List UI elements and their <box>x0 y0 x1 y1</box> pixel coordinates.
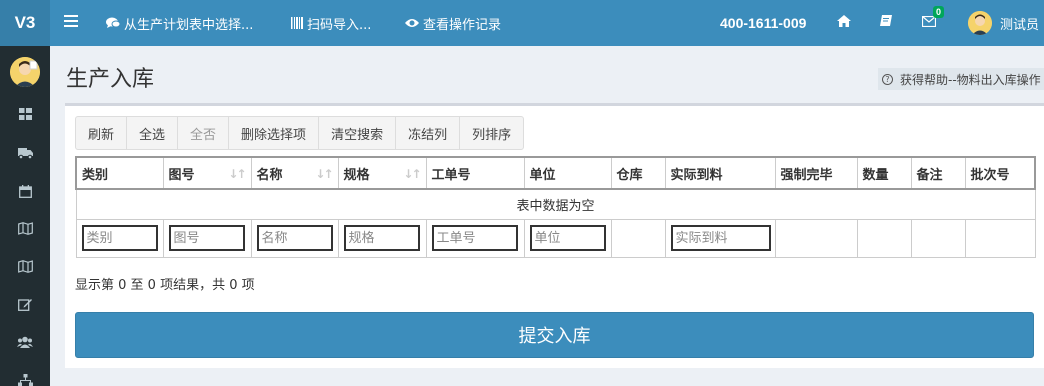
column-header[interactable]: 实际到料 <box>664 156 776 190</box>
map-icon <box>17 221 33 239</box>
edit-icon <box>18 298 32 315</box>
sidebar-item-users[interactable] <box>0 334 50 354</box>
table-header-row: 类别 图号 ↓↑ 名称 ↓↑ 规格 ↓↑ 工单号 单位 仓库 实际到料 强制完毕 数量… <box>75 156 1036 190</box>
submit-storage-button[interactable]: 提交入库 <box>75 312 1034 358</box>
inventory-table: 类别 图号 ↓↑ 名称 ↓↑ 规格 ↓↑ 工单号 单位 仓库 实际到料 强制完毕 数量… <box>75 156 1036 258</box>
column-header[interactable]: 规格 ↓↑ <box>337 156 427 190</box>
user-avatar <box>968 11 992 35</box>
sidebar-item-edit[interactable] <box>0 296 50 316</box>
book-button[interactable] <box>880 0 893 46</box>
help-link[interactable]: ? 获得帮助--物料出入库操作 <box>878 68 1044 90</box>
hamburger-icon <box>64 15 78 31</box>
sidebar-item-sitemap[interactable] <box>0 372 50 386</box>
column-header[interactable]: 备注 <box>910 156 966 190</box>
column-header[interactable]: 强制完毕 <box>774 156 858 190</box>
sidebar-avatar <box>10 57 40 87</box>
comments-icon <box>106 17 120 29</box>
filter-cell-empty <box>964 218 1036 258</box>
column-header[interactable]: 单位 <box>523 156 612 190</box>
app-logo[interactable]: V3 <box>0 0 50 46</box>
filter-input-category[interactable] <box>81 225 158 251</box>
empty-message: 表中数据为空 <box>75 188 1036 220</box>
delete-selected-button[interactable]: 删除选择项 <box>228 116 320 150</box>
filter-row <box>75 218 1036 258</box>
filter-input-work-order[interactable] <box>431 225 518 251</box>
select-from-plan-button[interactable]: 从生产计划表中选择... <box>106 0 253 46</box>
filter-cell-empty <box>774 218 858 258</box>
eye-icon <box>405 18 419 28</box>
mail-count-badge: 0 <box>933 6 945 18</box>
filter-cell-empty <box>610 218 666 258</box>
filter-cell-empty <box>856 218 912 258</box>
sitemap-icon <box>17 373 33 386</box>
user-name: 测试员 <box>1000 17 1040 33</box>
calendar-icon <box>18 184 32 202</box>
sidebar-item-calendar[interactable] <box>0 183 50 203</box>
help-link-label: 获得帮助--物料出入库操作 <box>900 72 1041 87</box>
users-icon <box>17 336 33 352</box>
barcode-icon <box>291 17 303 29</box>
sidebar-item-map-1[interactable] <box>0 220 50 240</box>
column-header[interactable]: 图号 ↓↑ <box>162 156 252 190</box>
scan-import-label: 扫码导入... <box>307 17 372 33</box>
filter-input-name[interactable] <box>256 225 333 251</box>
view-log-button[interactable]: 查看操作记录 <box>405 0 501 46</box>
view-log-label: 查看操作记录 <box>423 17 502 33</box>
dashboard-icon <box>18 108 32 124</box>
filter-input-unit[interactable] <box>529 225 606 251</box>
filter-input-spec[interactable] <box>343 225 420 251</box>
column-header[interactable]: 仓库 <box>610 156 666 190</box>
select-from-plan-label: 从生产计划表中选择... <box>124 17 254 33</box>
table-info: 显示第 0 至 0 项结果，共 0 项 <box>75 278 255 293</box>
truck-icon <box>17 147 33 163</box>
column-header[interactable]: 类别 <box>75 156 164 190</box>
clear-search-button[interactable]: 清空搜索 <box>318 116 397 150</box>
column-order-button[interactable]: 列排序 <box>459 116 525 150</box>
column-header[interactable]: 工单号 <box>425 156 525 190</box>
column-header[interactable]: 批次号 <box>964 156 1036 190</box>
sort-icon: ↓↑ <box>228 167 246 181</box>
sidebar <box>0 46 50 386</box>
map-icon <box>17 259 33 277</box>
question-circle-icon: ? <box>882 73 893 85</box>
sidebar-toggle-button[interactable] <box>64 0 78 46</box>
freeze-columns-button[interactable]: 冻结列 <box>395 116 461 150</box>
sort-icon: ↓↑ <box>403 167 421 181</box>
filter-input-drawing-no[interactable] <box>168 225 245 251</box>
empty-row: 表中数据为空 <box>75 188 1036 220</box>
sort-icon: ↓↑ <box>315 167 333 181</box>
filter-cell-empty <box>910 218 966 258</box>
table-toolbar: 刷新 全选 全否 删除选择项 清空搜索 冻结列 列排序 <box>75 116 525 150</box>
sidebar-item-map-2[interactable] <box>0 258 50 278</box>
filter-input-actual-arrival[interactable] <box>670 225 771 251</box>
column-header[interactable]: 名称 ↓↑ <box>250 156 339 190</box>
top-navbar: V3 从生产计划表中选择... 扫码导入... 查看操作记录 400-1611-… <box>0 0 1044 46</box>
sidebar-item-delivery[interactable] <box>0 145 50 165</box>
sidebar-item-dashboard[interactable] <box>0 106 50 126</box>
user-menu[interactable]: 测试员 <box>968 0 1039 46</box>
home-icon <box>837 15 851 31</box>
select-all-button[interactable]: 全选 <box>126 116 179 150</box>
page-title: 生产入库 <box>66 67 155 92</box>
home-button[interactable] <box>837 0 851 46</box>
refresh-button[interactable]: 刷新 <box>75 116 128 150</box>
mail-button[interactable]: 0 <box>921 0 952 46</box>
support-phone: 400-1611-009 <box>720 15 807 31</box>
scan-import-button[interactable]: 扫码导入... <box>291 0 371 46</box>
book-icon <box>880 15 893 31</box>
select-none-button[interactable]: 全否 <box>177 116 230 150</box>
column-header[interactable]: 数量 <box>856 156 912 190</box>
